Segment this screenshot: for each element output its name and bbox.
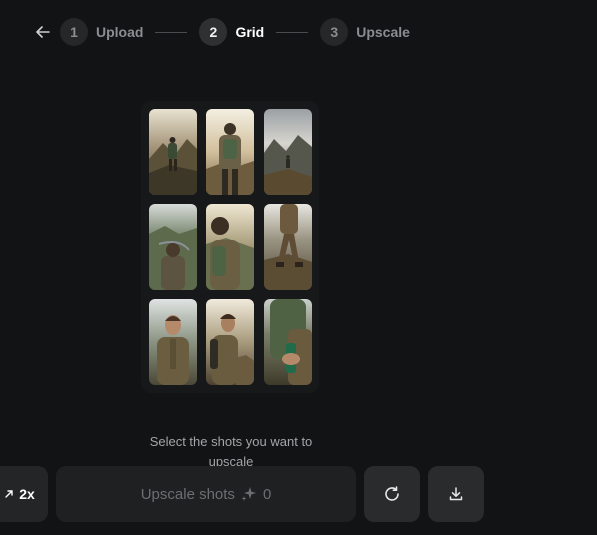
step-label: Upscale <box>356 24 410 40</box>
step-number: 2 <box>199 18 228 46</box>
shot-thumbnail[interactable] <box>264 204 312 290</box>
download-icon <box>448 486 464 502</box>
shot-thumbnail[interactable] <box>206 109 254 195</box>
sparkle-icon <box>241 486 257 502</box>
shot-thumbnail[interactable] <box>149 109 197 195</box>
shot-thumbnail[interactable] <box>206 204 254 290</box>
stepper: 1 Upload 2 Grid 3 Upscale <box>32 18 410 46</box>
upscale-shots-label: Upscale shots <box>140 485 235 503</box>
shot-thumbnail[interactable] <box>206 299 254 385</box>
step-connector <box>155 31 188 33</box>
arrow-left-icon <box>36 26 50 38</box>
shot-thumbnail[interactable] <box>264 109 312 195</box>
shot-grid <box>141 101 319 393</box>
expand-arrow-icon <box>5 490 13 498</box>
back-button[interactable] <box>32 21 54 43</box>
refresh-icon <box>383 485 401 503</box>
shot-thumbnail[interactable] <box>149 204 197 290</box>
step-number: 1 <box>60 18 88 46</box>
step-label: Grid <box>235 24 265 40</box>
upscale-shots-button[interactable]: Upscale shots 0 <box>56 466 356 522</box>
step-label: Upload <box>96 24 144 40</box>
step-grid[interactable]: 2 Grid <box>199 18 264 46</box>
step-number: 3 <box>320 18 349 46</box>
step-upscale[interactable]: 3 Upscale <box>320 18 410 46</box>
regenerate-button[interactable] <box>364 466 420 522</box>
download-button[interactable] <box>428 466 484 522</box>
upscale-factor-label: 2x <box>19 486 35 502</box>
credit-count: 0 <box>262 485 272 503</box>
upscale-factor-button[interactable]: 2x <box>0 466 48 522</box>
step-upload[interactable]: 1 Upload <box>60 18 143 46</box>
shot-thumbnail[interactable] <box>264 299 312 385</box>
step-connector <box>276 31 309 33</box>
shot-thumbnail[interactable] <box>149 299 197 385</box>
